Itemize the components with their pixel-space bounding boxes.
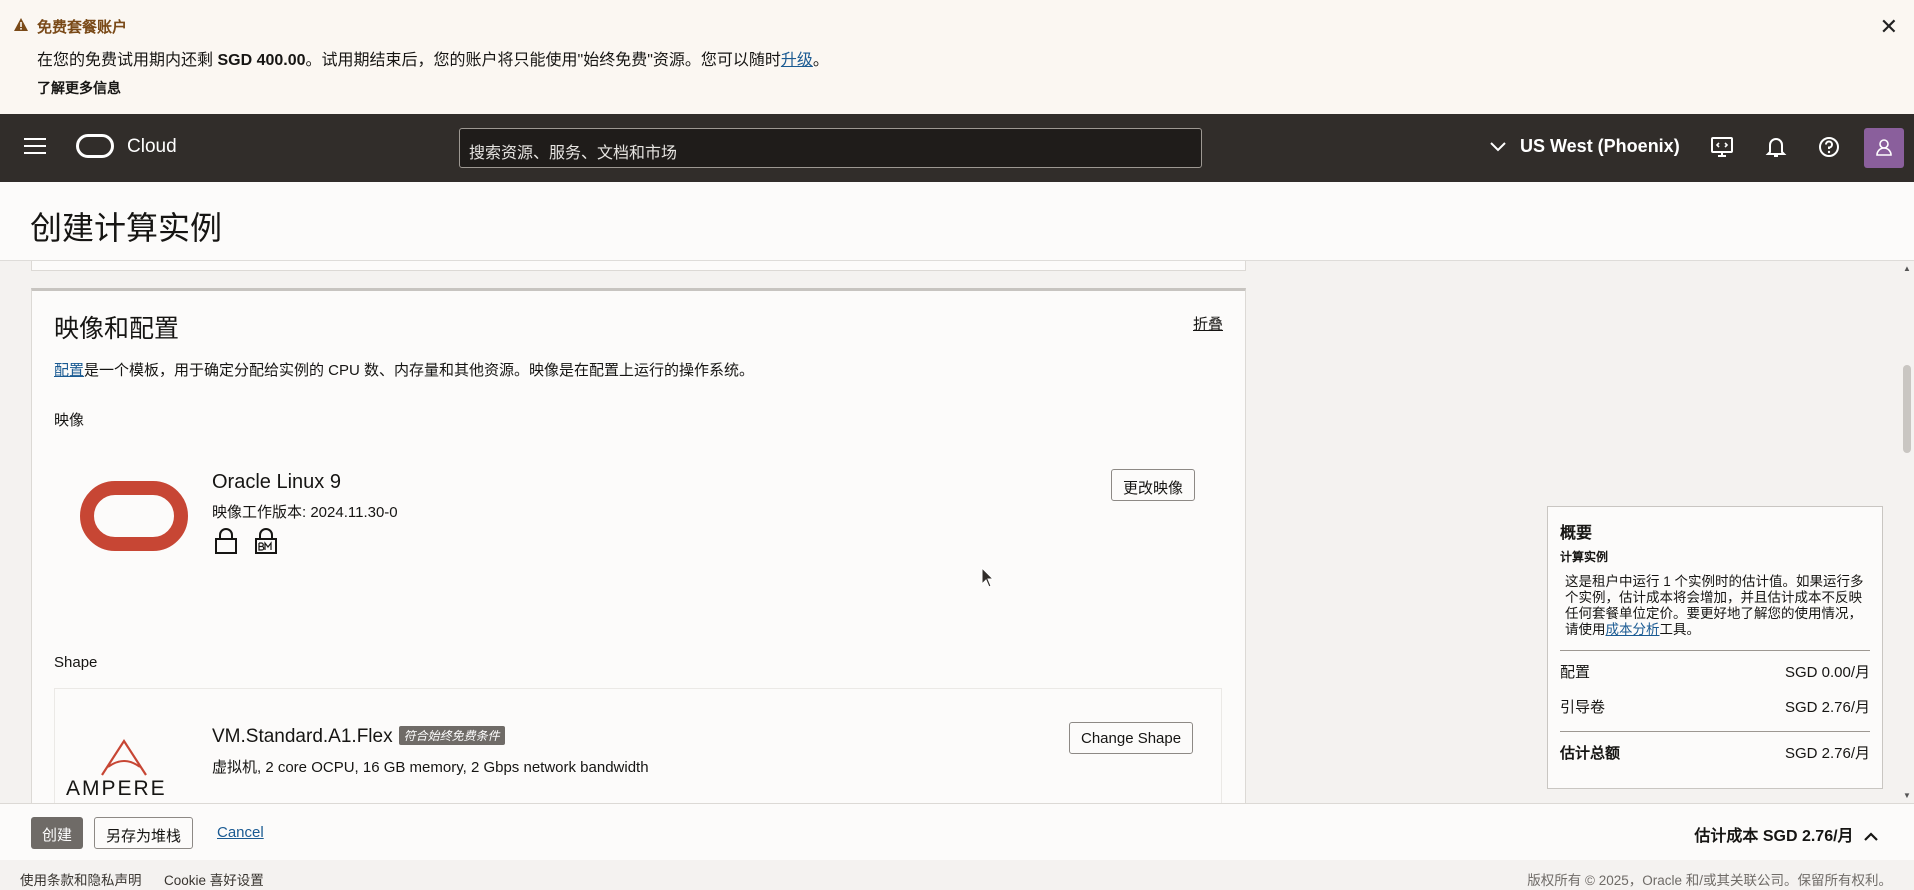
- region-selector[interactable]: US West (Phoenix): [1490, 136, 1680, 157]
- shape-name: VM.Standard.A1.Flex 符合始终免费条件: [212, 726, 505, 748]
- top-navigation-bar: Cloud 搜索资源、服务、文档和市场 US West (Phoenix): [0, 114, 1914, 182]
- change-image-button[interactable]: 更改映像: [1111, 469, 1196, 501]
- chevron-up-icon: [1860, 828, 1878, 845]
- summary-note: 这是租户中运行 1 个实例时的估计值。如果运行多个实例，估计成本将会增加，并且估…: [1565, 574, 1865, 638]
- trial-amount: SGD 400.00: [217, 52, 306, 69]
- scroll-up-icon[interactable]: ▲: [1903, 264, 1911, 273]
- chevron-down-icon: [1490, 136, 1506, 157]
- summary-row-total: 估计总额 SGD 2.76/月: [1560, 742, 1870, 763]
- image-version: 映像工作版本: 2024.11.30-0: [212, 504, 398, 521]
- mouse-cursor-icon: [981, 567, 995, 588]
- cloud-logo-text[interactable]: Cloud: [127, 136, 177, 158]
- bare-metal-lock-icon: [255, 528, 277, 554]
- banner-message-pre: 在您的免费试用期内还剩: [37, 52, 218, 69]
- lock-icon: [215, 528, 237, 554]
- cost-summary-panel: 概要 计算实例 这是租户中运行 1 个实例时的估计值。如果运行多个实例，估计成本…: [1547, 506, 1883, 789]
- notifications-bell-icon[interactable]: [1763, 134, 1789, 160]
- learn-more-link[interactable]: 了解更多信息: [37, 78, 121, 98]
- user-avatar[interactable]: [1864, 128, 1904, 168]
- summary-divider: [1560, 731, 1870, 732]
- always-free-badge: 符合始终免费条件: [398, 726, 505, 745]
- image-shape-section: 映像和配置 折叠 配置是一个模板，用于确定分配给实例的 CPU 数、内存量和其他…: [31, 288, 1246, 803]
- search-input[interactable]: 搜索资源、服务、文档和市场: [459, 128, 1202, 168]
- image-name: Oracle Linux 9: [212, 471, 341, 493]
- save-as-stack-button[interactable]: 另存为堆栈: [94, 817, 194, 849]
- summary-row-boot-volume: 引导卷 SGD 2.76/月: [1560, 696, 1870, 717]
- cost-analysis-link[interactable]: 成本分析: [1606, 622, 1660, 637]
- page-title: 创建计算实例: [30, 210, 223, 246]
- developer-tools-icon[interactable]: [1709, 134, 1735, 160]
- banner-message-post: 。试用期结束后，您的账户将只能使用"始终免费"资源。您可以随时: [305, 52, 781, 69]
- user-icon: [1876, 139, 1892, 156]
- section-description: 配置是一个模板，用于确定分配给实例的 CPU 数、内存量和其他资源。映像是在配置…: [54, 359, 754, 380]
- total-label: 估计总额: [1560, 745, 1621, 762]
- vertical-scrollbar[interactable]: ▲ ▼: [1900, 261, 1914, 803]
- page-footer: 使用条款和隐私声明 Cookie 喜好设置 版权所有 © 2025，Oracle…: [0, 860, 1914, 890]
- banner-title: 免费套餐账户: [37, 19, 128, 36]
- section-title: 映像和配置: [54, 315, 180, 343]
- close-banner-icon[interactable]: ✕: [1880, 14, 1898, 40]
- scroll-down-icon[interactable]: ▼: [1903, 791, 1911, 800]
- free-tier-banner: 免费套餐账户 在您的免费试用期内还剩 SGD 400.00。试用期结束后，您的账…: [0, 0, 1914, 114]
- shape-doc-link[interactable]: 配置: [54, 362, 84, 379]
- shape-name-text: VM.Standard.A1.Flex: [212, 726, 393, 747]
- ampere-logo-text: AMPERE: [66, 777, 167, 800]
- region-label: US West (Phoenix): [1520, 136, 1680, 156]
- summary-row-value: SGD 2.76/月: [1784, 699, 1870, 716]
- summary-divider: [1560, 650, 1870, 651]
- summary-row-label: 引导卷: [1560, 699, 1606, 716]
- form-scroll-area[interactable]: 映像和配置 折叠 配置是一个模板，用于确定分配给实例的 CPU 数、内存量和其他…: [0, 261, 1914, 803]
- create-button[interactable]: 创建: [31, 817, 84, 849]
- oracle-logo-icon[interactable]: [76, 134, 114, 158]
- terms-privacy-link[interactable]: 使用条款和隐私声明: [20, 869, 142, 889]
- shape-description: 虚拟机, 2 core OCPU, 16 GB memory, 2 Gbps n…: [212, 759, 649, 776]
- hamburger-menu-icon[interactable]: [24, 138, 46, 156]
- banner-period: 。: [812, 52, 829, 69]
- copyright-text: 版权所有 © 2025，Oracle 和/或其关联公司。保留所有权利。: [1527, 873, 1892, 888]
- oracle-linux-logo-icon: [80, 481, 188, 551]
- cancel-link[interactable]: Cancel: [217, 824, 264, 841]
- summary-note-end: 工具。: [1659, 622, 1701, 637]
- change-shape-button[interactable]: Change Shape: [1069, 722, 1194, 754]
- estimated-cost-label: 估计成本 SGD 2.76/月: [1694, 828, 1854, 845]
- section-description-text: 是一个模板，用于确定分配给实例的 CPU 数、内存量和其他资源。映像是在配置上运…: [84, 362, 755, 379]
- summary-subtitle: 计算实例: [1560, 550, 1609, 564]
- summary-title: 概要: [1560, 525, 1593, 542]
- upgrade-link[interactable]: 升级: [781, 52, 813, 69]
- total-value: SGD 2.76/月: [1784, 745, 1870, 762]
- previous-section-card: [31, 261, 1246, 271]
- shape-label: Shape: [54, 654, 98, 671]
- banner-message: 在您的免费试用期内还剩 SGD 400.00。试用期结束后，您的账户将只能使用"…: [37, 46, 829, 70]
- help-icon[interactable]: [1816, 134, 1842, 160]
- summary-row-label: 配置: [1560, 664, 1591, 681]
- ampere-logo-icon: [101, 738, 147, 776]
- bottom-action-bar: 创建 另存为堆栈 Cancel 估计成本 SGD 2.76/月: [0, 803, 1914, 860]
- cookie-preferences-link[interactable]: Cookie 喜好设置: [164, 869, 264, 889]
- summary-row-value: SGD 0.00/月: [1784, 664, 1870, 681]
- summary-row-shape: 配置 SGD 0.00/月: [1560, 661, 1870, 682]
- scrollbar-thumb[interactable]: [1903, 365, 1911, 453]
- collapse-link[interactable]: 折叠: [1193, 313, 1223, 334]
- estimated-cost-toggle[interactable]: 估计成本 SGD 2.76/月: [1694, 822, 1878, 846]
- warning-icon: [14, 18, 28, 31]
- image-label: 映像: [54, 412, 85, 429]
